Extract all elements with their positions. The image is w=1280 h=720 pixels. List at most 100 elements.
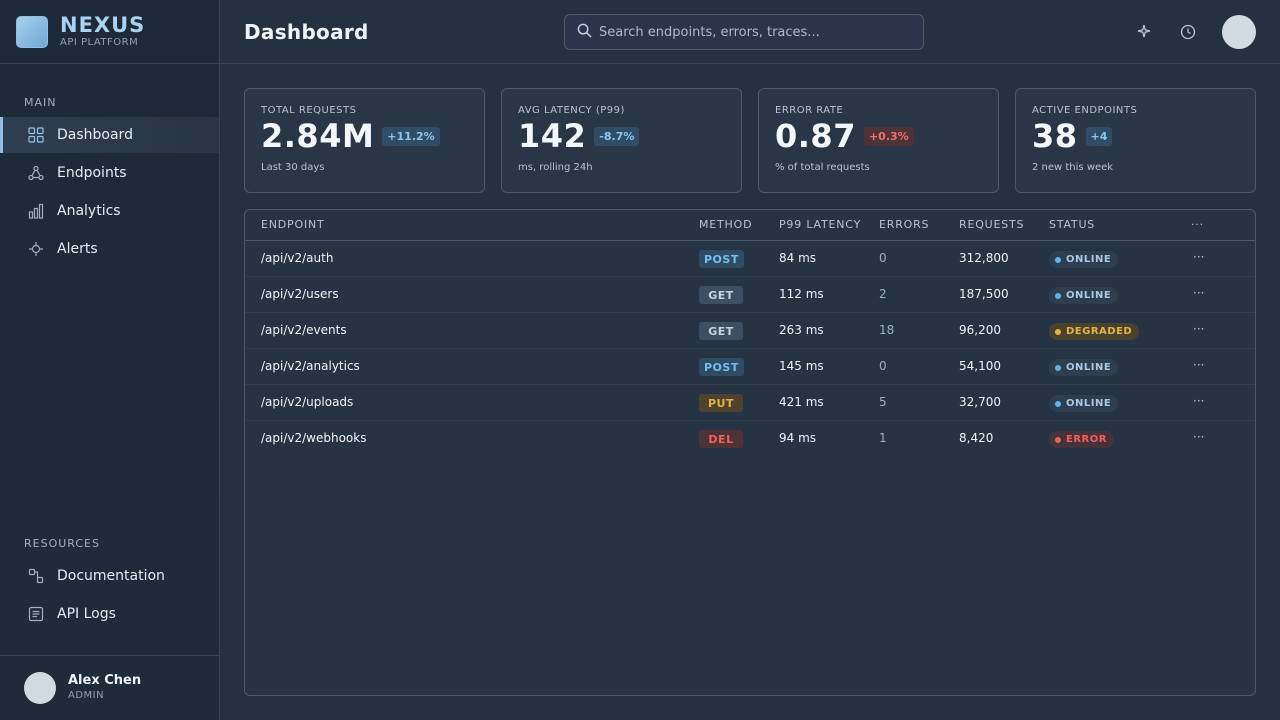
stat-delta-badge: -8.7% [594, 126, 640, 146]
requests-value: 96,200 [959, 323, 1001, 337]
stat-subtext: % of total requests [775, 162, 870, 173]
sidebar-item-label: Documentation [57, 568, 165, 584]
sidebar-item-api-logs[interactable]: API Logs [0, 596, 219, 632]
stat-delta-badge: +0.3% [863, 126, 914, 146]
docs-icon [28, 568, 44, 584]
sidebar-item-label: Endpoints [57, 165, 127, 181]
column-options-button[interactable]: ··· [1191, 218, 1204, 231]
errors-value: 0 [879, 251, 887, 265]
page-title: Dashboard [244, 20, 369, 44]
endpoint-path[interactable]: /api/v2/users [261, 287, 339, 301]
row-more-button[interactable]: ··· [1193, 250, 1204, 264]
table-row[interactable]: /api/v2/events GET 263 ms 18 96,200 DEGRADED ·… [245, 313, 1255, 349]
latency-value: 112 ms [779, 287, 824, 301]
row-more-button[interactable]: ··· [1193, 430, 1204, 444]
status-label: ONLINE [1066, 398, 1112, 409]
stat-label: TOTAL REQUESTS [261, 105, 357, 116]
endpoint-path[interactable]: /api/v2/auth [261, 251, 333, 265]
requests-value: 8,420 [959, 431, 994, 445]
stat-delta-badge: +4 [1085, 126, 1113, 146]
endpoint-path[interactable]: /api/v2/uploads [261, 395, 353, 409]
alert-icon [28, 241, 44, 257]
stat-subtext: ms, rolling 24h [518, 162, 593, 173]
stat-label: AVG LATENCY (P99) [518, 105, 625, 116]
user-name: Alex Chen [68, 673, 142, 688]
sidebar-item-analytics[interactable]: Analytics [0, 193, 219, 229]
sidebar-item-label: Dashboard [57, 127, 133, 143]
table-row[interactable]: /api/v2/uploads PUT 421 ms 5 32,700 ONLINE ··· [245, 385, 1255, 421]
row-more-button[interactable]: ··· [1193, 394, 1204, 408]
brand-logo [16, 15, 48, 48]
errors-value: 5 [879, 395, 887, 409]
brand[interactable]: NEXUS API PLATFORM [0, 0, 219, 64]
latency-value: 421 ms [779, 395, 824, 409]
sparkle-icon[interactable] [1136, 23, 1152, 39]
column-header-latency[interactable]: P99 LATENCY [779, 218, 861, 231]
table-row[interactable]: /api/v2/users GET 112 ms 2 187,500 ONLINE ··· [245, 277, 1255, 313]
top-header: Dashboard [220, 0, 1280, 64]
search-input[interactable] [599, 24, 919, 40]
column-header-endpoint[interactable]: ENDPOINT [261, 218, 325, 231]
status-badge: ONLINE [1049, 395, 1119, 412]
errors-value: 2 [879, 287, 887, 301]
history-icon[interactable] [1180, 24, 1196, 40]
stat-card-total-requests: TOTAL REQUESTS 2.84M +11.2% Last 30 days [244, 88, 485, 193]
stat-subtext: 2 new this week [1032, 162, 1114, 173]
method-badge: POST [699, 358, 744, 376]
table-row[interactable]: /api/v2/auth POST 84 ms 0 312,800 ONLINE ··· [245, 241, 1255, 277]
header-avatar[interactable] [1222, 15, 1256, 49]
requests-value: 312,800 [959, 251, 1009, 265]
search-icon [577, 23, 592, 42]
latency-value: 94 ms [779, 431, 817, 445]
user-role: ADMIN [68, 690, 105, 701]
column-header-status[interactable]: STATUS [1049, 218, 1095, 231]
status-badge: ONLINE [1049, 251, 1119, 268]
table-header: ENDPOINT METHOD P99 LATENCY ERRORS REQUE… [245, 210, 1255, 241]
status-dot-icon [1055, 436, 1061, 443]
nodes-icon [28, 165, 44, 181]
row-more-button[interactable]: ··· [1193, 322, 1204, 336]
column-header-errors[interactable]: ERRORS [879, 218, 929, 231]
sidebar-item-endpoints[interactable]: Endpoints [0, 155, 219, 191]
table-row[interactable]: /api/v2/webhooks DEL 94 ms 1 8,420 ERROR ··· [245, 421, 1255, 457]
stat-delta-badge: +11.2% [382, 126, 440, 146]
table-row[interactable]: /api/v2/analytics POST 145 ms 0 54,100 ONLINE… [245, 349, 1255, 385]
table-body: /api/v2/auth POST 84 ms 0 312,800 ONLINE ···/a… [245, 241, 1255, 457]
row-more-button[interactable]: ··· [1193, 286, 1204, 300]
sidebar: NEXUS API PLATFORM MAIN Dashboard Endpoi… [0, 0, 220, 720]
stat-subtext: Last 30 days [261, 162, 325, 173]
status-dot-icon [1055, 328, 1061, 335]
sidebar-item-dashboard[interactable]: Dashboard [0, 117, 219, 153]
method-badge: GET [699, 322, 743, 340]
stat-label: ERROR RATE [775, 105, 844, 116]
avatar[interactable] [24, 672, 56, 704]
status-badge: ONLINE [1049, 359, 1119, 376]
column-header-method[interactable]: METHOD [699, 218, 752, 231]
requests-value: 54,100 [959, 359, 1001, 373]
endpoint-path[interactable]: /api/v2/events [261, 323, 347, 337]
stat-label: ACTIVE ENDPOINTS [1032, 105, 1138, 116]
stat-value: 142 [518, 117, 587, 155]
status-label: ERROR [1066, 434, 1107, 445]
status-badge: DEGRADED [1049, 323, 1140, 340]
user-profile[interactable]: Alex Chen ADMIN [0, 655, 219, 720]
status-dot-icon [1055, 364, 1061, 371]
status-badge: ONLINE [1049, 287, 1119, 304]
endpoint-path[interactable]: /api/v2/webhooks [261, 431, 366, 445]
brand-name: NEXUS [60, 12, 146, 37]
column-header-requests[interactable]: REQUESTS [959, 218, 1024, 231]
method-badge: PUT [699, 394, 743, 412]
method-badge: GET [699, 286, 743, 304]
errors-value: 0 [879, 359, 887, 373]
row-more-button[interactable]: ··· [1193, 358, 1204, 372]
errors-value: 18 [879, 323, 895, 337]
stat-value: 38 [1032, 117, 1078, 155]
status-dot-icon [1055, 400, 1061, 407]
sidebar-item-documentation[interactable]: Documentation [0, 558, 219, 594]
search-box[interactable] [564, 14, 924, 50]
status-badge: ERROR [1049, 431, 1114, 448]
requests-value: 187,500 [959, 287, 1009, 301]
sidebar-item-alerts[interactable]: Alerts [0, 231, 219, 267]
method-badge: POST [699, 250, 744, 268]
endpoint-path[interactable]: /api/v2/analytics [261, 359, 360, 373]
